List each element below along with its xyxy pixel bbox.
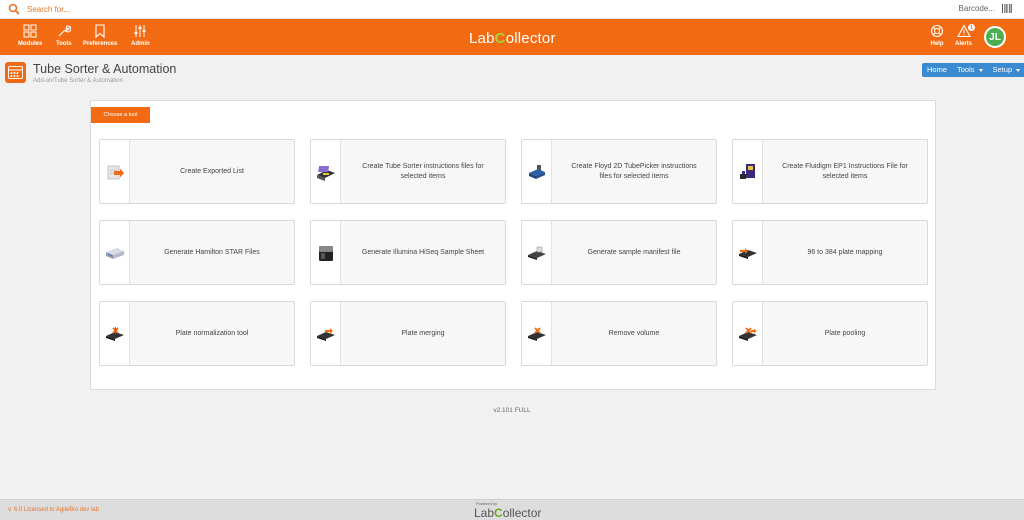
nav-tools-label: Tools — [56, 41, 72, 47]
nav-help-label: Help — [930, 41, 944, 47]
tools-button-label: Tools — [957, 65, 975, 74]
tool-label: Generate Hamilton STAR Files — [164, 248, 260, 256]
user-avatar[interactable]: JL — [984, 26, 1006, 48]
illumina-icon — [318, 245, 333, 261]
top-button-group: Home Tools Setup — [922, 63, 1024, 77]
tubepicker-icon — [528, 164, 545, 179]
alerts-count-badge: 1 — [968, 24, 975, 31]
tools-panel: Choose a tool Create Exported List Creat… — [90, 100, 936, 390]
tool-fluidigm-ep1[interactable]: Create Fluidigm EP1 Instructions File fo… — [732, 139, 928, 204]
fluidigm-icon — [739, 163, 755, 179]
labcollector-logo[interactable]: Lab Collector — [469, 30, 556, 47]
nav-alerts-label: Alerts — [955, 41, 973, 47]
nav-modules-label: Modules — [18, 41, 43, 47]
tool-sample-manifest[interactable]: Generate sample manifest file — [521, 220, 717, 285]
breadcrumb[interactable]: Add-on/Tube Sorter & Automation — [33, 78, 123, 84]
tube-sorter-icon — [316, 165, 335, 181]
choose-tool-label: Choose a tool — [91, 107, 150, 123]
tool-label: Plate normalization tool — [175, 329, 249, 337]
tool-plate-pooling[interactable]: Plate pooling — [732, 301, 928, 366]
search-input[interactable] — [27, 2, 327, 16]
tool-label: Create Tube Sorter instructions files fo… — [362, 162, 484, 180]
nav-tools[interactable]: Tools — [56, 24, 72, 47]
footer-logo-c: C — [494, 506, 503, 520]
tool-label: Generate sample manifest file — [587, 248, 681, 256]
logo-text-ollector: ollector — [505, 30, 556, 47]
barcode-icon[interactable] — [1002, 4, 1012, 13]
tool-plate-merging[interactable]: Plate merging — [310, 301, 506, 366]
tool-label: 96 to 384 plate mapping — [807, 248, 883, 256]
setup-button-label: Setup — [992, 65, 1013, 74]
wrench-icon — [58, 25, 71, 37]
lifebuoy-icon — [930, 24, 944, 38]
barcode-input[interactable] — [935, 4, 995, 13]
nav-preferences-label: Preferences — [83, 41, 118, 47]
footer-logo-ollector: ollector — [502, 506, 542, 520]
home-button[interactable]: Home — [922, 63, 952, 77]
nav-admin[interactable]: Admin — [131, 24, 150, 47]
tool-tube-sorter-instructions[interactable]: Create Tube Sorter instructions files fo… — [310, 139, 506, 204]
footer-logo-lab: Lab — [474, 506, 495, 520]
tool-label: Plate pooling — [824, 329, 866, 337]
setup-dropdown-button[interactable]: Setup — [988, 63, 1024, 77]
home-button-label: Home — [927, 65, 948, 74]
nav-help[interactable]: Help — [930, 24, 944, 47]
tool-label: Create Floyd 2D TubePicker instructions … — [571, 162, 697, 180]
nav-admin-label: Admin — [131, 41, 150, 47]
search-icon[interactable] — [8, 3, 20, 15]
footer-labcollector-logo[interactable]: LabCollector — [474, 506, 541, 520]
logo-text-c: C — [494, 30, 506, 47]
modules-icon — [23, 24, 37, 38]
hamilton-icon — [105, 247, 124, 259]
tool-label: Generate Illumina HiSeq Sample Sheet — [361, 248, 485, 256]
tool-illumina-hiseq[interactable]: Generate Illumina HiSeq Sample Sheet — [310, 220, 506, 285]
tool-plate-normalization[interactable]: Plate normalization tool — [99, 301, 295, 366]
chevron-down-icon — [1016, 68, 1021, 72]
plate-pooling-icon — [738, 326, 757, 341]
rack-icon — [8, 66, 23, 79]
tool-label: Create Exported List — [180, 167, 244, 175]
top-search-bar — [0, 0, 1024, 19]
barcode-search — [935, 4, 1012, 13]
tool-label: Create Fluidigm EP1 Instructions File fo… — [782, 162, 908, 180]
plate-merging-icon — [316, 327, 335, 341]
manifest-icon — [527, 246, 546, 260]
tool-label: Plate merging — [401, 329, 445, 337]
version-label: v2.101 FULL — [493, 407, 531, 414]
tool-label: Remove volume — [608, 329, 660, 337]
tool-hamilton-star[interactable]: Generate Hamilton STAR Files — [99, 220, 295, 285]
bookmark-icon — [95, 24, 105, 38]
main-header: Modules Tools Preferences Admin Lab Colle… — [0, 19, 1024, 55]
chevron-down-icon — [978, 68, 983, 72]
tool-floyd-tubepicker[interactable]: Create Floyd 2D TubePicker instructions … — [521, 139, 717, 204]
footer: v. 6.0 Licensed to AgileBio dev lab Powe… — [0, 499, 1024, 520]
page-title: Tube Sorter & Automation — [33, 62, 177, 76]
plate-normalization-icon — [105, 326, 124, 341]
tool-remove-volume[interactable]: Remove volume — [521, 301, 717, 366]
nav-preferences[interactable]: Preferences — [83, 24, 117, 47]
license-text: v. 6.0 Licensed to AgileBio dev lab — [8, 507, 99, 513]
tool-create-exported-list[interactable]: Create Exported List — [99, 139, 295, 204]
tool-96-to-384-mapping[interactable]: 96 to 384 plate mapping — [732, 220, 928, 285]
tube-sorter-page-icon — [5, 62, 26, 83]
tools-dropdown-button[interactable]: Tools — [952, 63, 988, 77]
remove-volume-icon — [527, 326, 546, 341]
nav-modules[interactable]: Modules — [18, 24, 42, 47]
plate-mapping-icon — [738, 247, 757, 259]
sliders-icon — [134, 25, 146, 37]
logo-text-lab: Lab — [469, 30, 495, 47]
export-list-icon — [107, 165, 124, 179]
